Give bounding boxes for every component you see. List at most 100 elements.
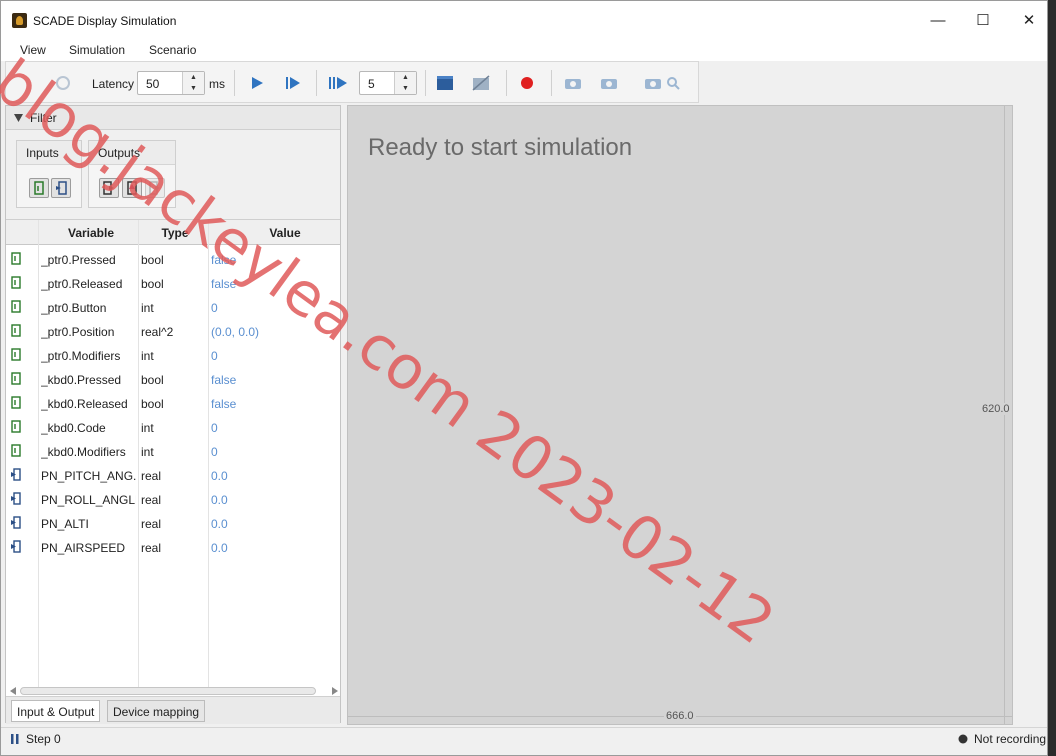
collapse-arrow-icon (14, 114, 23, 122)
menu-view[interactable]: View (20, 43, 46, 57)
menu-simulation[interactable]: Simulation (69, 43, 125, 57)
scade-app-icon (12, 13, 27, 28)
variable-value[interactable]: false (211, 277, 236, 291)
variable-value[interactable]: 0.0 (211, 469, 228, 483)
toolbar-separator (234, 70, 235, 96)
variable-value[interactable]: false (211, 253, 236, 267)
table-row[interactable]: _kbd0.Modifiers int 0 (6, 439, 340, 463)
variable-name: PN_PITCH_ANG... (41, 469, 136, 483)
scroll-right-icon[interactable] (332, 687, 338, 695)
toolbar-separator (316, 70, 317, 96)
variable-name: _kbd0.Released (41, 397, 128, 411)
input-pointer-icon (11, 372, 21, 385)
app-window: SCADE Display Simulation — ☐ ✕ View Simu… (0, 0, 1048, 756)
disabled-scenario-icon[interactable] (470, 72, 492, 94)
column-value[interactable]: Value (210, 226, 360, 240)
filter-input-pointer-button[interactable] (29, 178, 49, 198)
input-pointer-icon (11, 300, 21, 313)
outputs-filter-label: Outputs (89, 141, 175, 165)
variable-name: _kbd0.Code (41, 421, 106, 435)
variable-name: _kbd0.Modifiers (41, 445, 126, 459)
status-bar: Step 0 Not recording (1, 727, 1047, 749)
tab-device-mapping[interactable]: Device mapping (107, 700, 206, 722)
outputs-filter-group: Outputs (88, 140, 176, 208)
table-row[interactable]: _ptr0.Released bool false (6, 271, 340, 295)
input-signal-icon (11, 540, 21, 553)
toolbar: Latency 50 ▲ ▼ ms 5 ▲ ▼ (5, 61, 699, 103)
input-signal-icon (11, 492, 21, 505)
variable-value[interactable]: 0 (211, 349, 218, 363)
variable-value[interactable]: 0.0 (211, 541, 228, 555)
tab-input-output[interactable]: Input & Output (11, 700, 101, 722)
table-row[interactable]: PN_AIRSPEED real 0.0 (6, 535, 340, 559)
variable-type: bool (141, 253, 164, 267)
latency-unit: ms (209, 77, 225, 91)
camera-compare-icon[interactable] (599, 72, 621, 94)
variable-value[interactable]: 0 (211, 421, 218, 435)
latency-stepper-arrows[interactable]: ▲ ▼ (182, 72, 204, 94)
table-row[interactable]: _ptr0.Position real^2 (0.0, 0.0) (6, 319, 340, 343)
step-icon[interactable] (282, 72, 304, 94)
variable-type: int (141, 445, 154, 459)
camera-icon[interactable] (562, 72, 584, 94)
filter-title: Filter (30, 111, 57, 125)
minimize-button[interactable]: — (915, 9, 961, 33)
title-bar: SCADE Display Simulation — ☐ ✕ (1, 1, 1047, 39)
input-pointer-icon (11, 420, 21, 433)
filter-output-signal-button[interactable] (99, 178, 119, 198)
variables-panel: Filter Inputs Outputs Variable Type Valu… (5, 105, 341, 724)
scroll-left-icon[interactable] (10, 687, 16, 695)
variable-value[interactable]: 0 (211, 445, 218, 459)
step-count-stepper-arrows[interactable]: ▲ ▼ (394, 72, 416, 94)
table-row[interactable]: _ptr0.Button int 0 (6, 295, 340, 319)
record-icon[interactable] (516, 72, 538, 94)
input-pointer-icon (11, 276, 21, 289)
table-row[interactable]: _kbd0.Code int 0 (6, 415, 340, 439)
scrollbar-thumb[interactable] (20, 687, 316, 695)
variable-value[interactable]: 0.0 (211, 493, 228, 507)
filter-body: Inputs Outputs (6, 130, 340, 220)
panel-tabs: Input & Output Device mapping (6, 696, 340, 724)
variable-name: _ptr0.Button (41, 301, 107, 315)
inputs-filter-group: Inputs (16, 140, 82, 208)
variable-value[interactable]: (0.0, 0.0) (211, 325, 259, 339)
maximize-button[interactable]: ☐ (960, 9, 1006, 33)
variable-type: int (141, 349, 154, 363)
column-type[interactable]: Type (140, 226, 210, 240)
variable-type: int (141, 301, 154, 315)
variable-type: bool (141, 373, 164, 387)
table-row[interactable]: _kbd0.Released bool false (6, 391, 340, 415)
variable-value[interactable]: 0.0 (211, 517, 228, 531)
table-row[interactable]: _ptr0.Modifiers int 0 (6, 343, 340, 367)
play-icon[interactable] (246, 72, 268, 94)
variable-value[interactable]: false (211, 397, 236, 411)
latency-label: Latency (92, 77, 135, 91)
latency-spinner[interactable]: 50 ▲ ▼ (137, 71, 205, 95)
input-pointer-icon (11, 324, 21, 337)
filter-output-event-button[interactable] (122, 178, 142, 198)
toolbar-separator (506, 70, 507, 96)
step-multiple-icon[interactable] (327, 72, 349, 94)
camera-search-icon[interactable] (642, 72, 686, 94)
horizontal-scrollbar[interactable] (10, 686, 338, 696)
scenario-icon[interactable] (434, 72, 456, 94)
table-row[interactable]: _ptr0.Pressed bool false (6, 247, 340, 271)
table-row[interactable]: _kbd0.Pressed bool false (6, 367, 340, 391)
variable-value[interactable]: 0 (211, 301, 218, 315)
step-count-spinner[interactable]: 5 ▲ ▼ (359, 71, 417, 95)
canvas-width-label: 666.0 (664, 710, 696, 722)
variable-type: bool (141, 397, 164, 411)
close-button[interactable]: ✕ (1006, 9, 1052, 33)
column-variable[interactable]: Variable (42, 226, 140, 240)
simulation-canvas[interactable]: Ready to start simulation 620.0 666.0 (347, 105, 1013, 725)
variable-name: _ptr0.Modifiers (41, 349, 121, 363)
table-row[interactable]: PN_ROLL_ANGLE real 0.0 (6, 487, 340, 511)
reload-icon[interactable] (52, 72, 74, 94)
table-row[interactable]: PN_ALTI real 0.0 (6, 511, 340, 535)
filter-output-disabled-button[interactable] (145, 178, 165, 198)
menu-scenario[interactable]: Scenario (149, 43, 196, 57)
variable-value[interactable]: false (211, 373, 236, 387)
table-row[interactable]: PN_PITCH_ANG... real 0.0 (6, 463, 340, 487)
filter-input-signal-button[interactable] (51, 178, 71, 198)
filter-header[interactable]: Filter (6, 106, 340, 130)
